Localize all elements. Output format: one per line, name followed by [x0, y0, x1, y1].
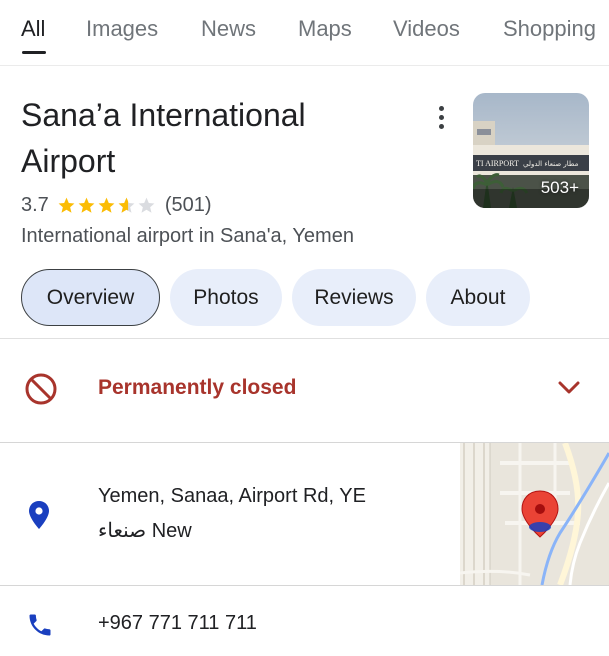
address-line2[interactable]: صنعاء New: [98, 518, 192, 543]
divider: [0, 338, 609, 339]
divider: [0, 585, 609, 586]
more-vert-icon[interactable]: [432, 106, 450, 136]
svg-text:مطار صنعاء الدولي: مطار صنعاء الدولي: [523, 160, 579, 168]
place-title-line1: Sana’a International: [21, 97, 306, 133]
tab-maps[interactable]: Maps: [298, 16, 352, 42]
place-category: International airport in Sana'a, Yemen: [21, 225, 354, 247]
block-icon: [25, 373, 57, 405]
map-thumbnail[interactable]: [460, 443, 609, 585]
active-tab-indicator: [22, 51, 46, 54]
star-empty-icon: [138, 197, 155, 213]
location-pin-icon: [29, 501, 49, 529]
tab-videos[interactable]: Videos: [393, 16, 460, 42]
chevron-down-icon[interactable]: [556, 378, 582, 398]
tab-all[interactable]: All: [21, 16, 45, 42]
search-tabs: All Images News Maps Videos Shopping: [0, 0, 609, 66]
rating-row: 3.7 (501): [21, 192, 212, 218]
chip-reviews[interactable]: Reviews: [292, 269, 416, 326]
chip-about[interactable]: About: [426, 269, 530, 326]
phone-icon: [29, 614, 51, 636]
chip-photos[interactable]: Photos: [170, 269, 282, 326]
status-label: Permanently closed: [98, 376, 297, 399]
chip-overview[interactable]: Overview: [21, 269, 160, 326]
tab-images[interactable]: Images: [86, 16, 158, 42]
phone-number[interactable]: +967 771 711 711: [98, 612, 257, 635]
review-count[interactable]: (501): [165, 194, 212, 217]
status-row[interactable]: Permanently closed: [0, 340, 609, 440]
star-full-icon: [58, 197, 75, 213]
place-title: Sana’a International Airport: [21, 92, 401, 184]
airport-sign-text: TI AIRPORT: [476, 159, 519, 168]
star-full-icon: [98, 197, 115, 213]
place-title-line2: Airport: [21, 143, 116, 179]
map-image: [460, 443, 609, 585]
place-photo-thumbnail[interactable]: TI AIRPORT مطار صنعاء الدولي 503+: [473, 93, 589, 208]
tab-news[interactable]: News: [201, 16, 256, 42]
star-rating: [57, 196, 157, 215]
star-full-icon: [78, 197, 95, 213]
star-half-icon: [118, 197, 135, 213]
tab-shopping[interactable]: Shopping: [503, 16, 596, 42]
photo-count: 503+: [540, 178, 579, 197]
rating-value: 3.7: [21, 193, 49, 216]
address-line1[interactable]: Yemen, Sanaa, Airport Rd, YE: [98, 485, 366, 508]
